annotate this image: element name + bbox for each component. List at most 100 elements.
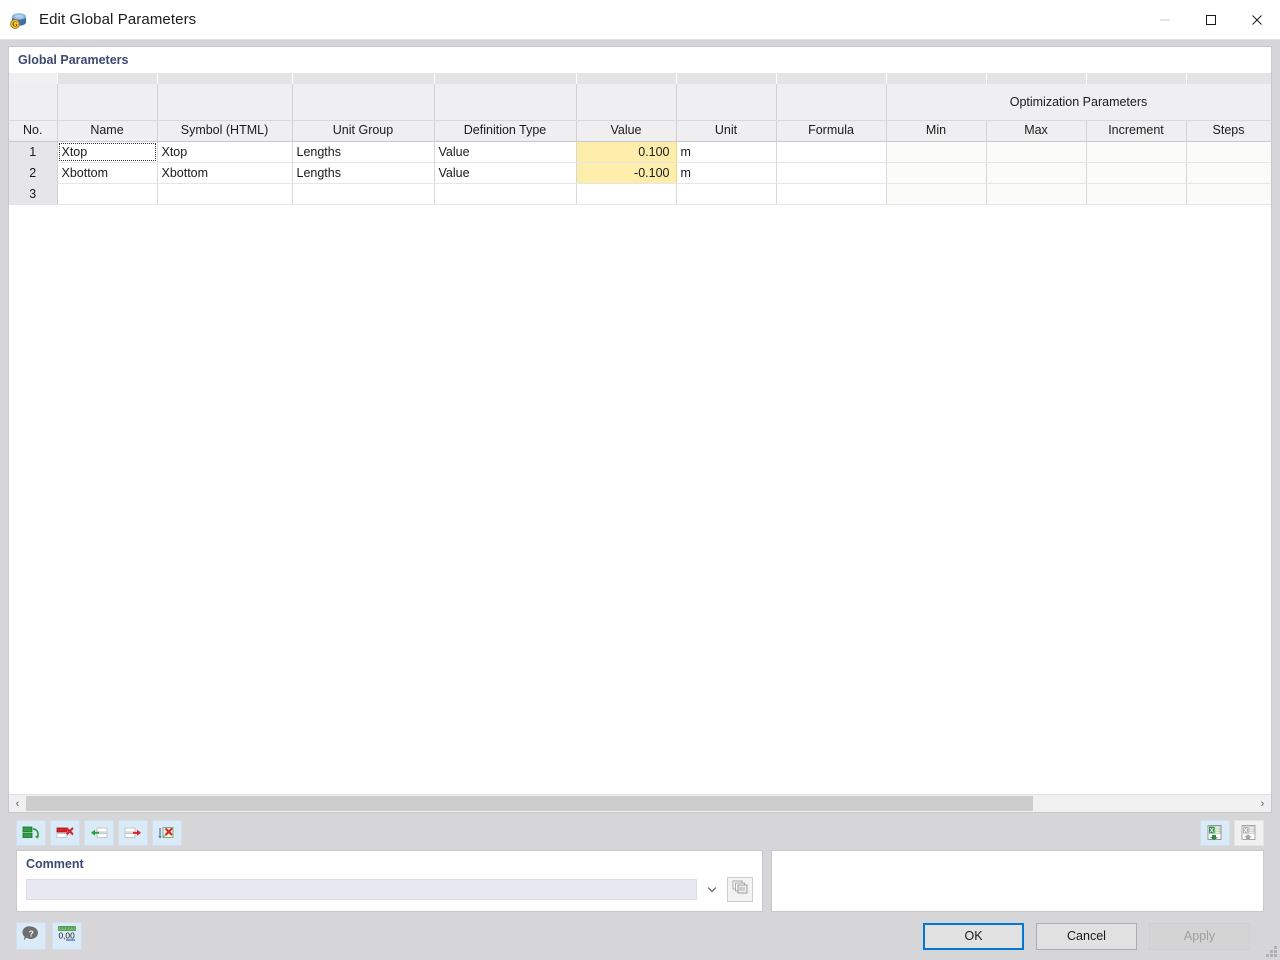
- cell-increment[interactable]: [1086, 184, 1186, 205]
- cell-value[interactable]: [576, 184, 676, 205]
- cell-no[interactable]: 2: [9, 163, 57, 184]
- table-row[interactable]: 2 Xbottom Xbottom Lengths Value -0.100 m: [9, 163, 1271, 184]
- svg-text:X: X: [1210, 828, 1215, 835]
- cell-max[interactable]: [986, 142, 1086, 163]
- help-button[interactable]: ?: [16, 922, 46, 950]
- cancel-button[interactable]: Cancel: [1036, 923, 1137, 950]
- move-left-button[interactable]: [84, 820, 114, 846]
- excel-import-button[interactable]: X: [1200, 820, 1230, 846]
- cell-symbol[interactable]: Xbottom: [157, 163, 292, 184]
- global-parameters-panel: Global Parameters: [8, 46, 1272, 813]
- cell-increment[interactable]: [1086, 163, 1186, 184]
- cell-definition-type[interactable]: [434, 184, 576, 205]
- cell-unit-group[interactable]: Lengths: [292, 142, 434, 163]
- cell-name[interactable]: [57, 184, 157, 205]
- svg-text:?: ?: [29, 928, 34, 938]
- cell-unit[interactable]: m: [676, 142, 776, 163]
- svg-text:0,00: 0,00: [58, 930, 75, 940]
- minimize-button[interactable]: [1142, 0, 1188, 39]
- cell-unit-group[interactable]: [292, 184, 434, 205]
- units-decimal-places-button[interactable]: 0,00: [52, 922, 82, 950]
- table-head: Optimization Parameters No. Name Symbol …: [9, 73, 1271, 142]
- header-group-row: Optimization Parameters: [9, 84, 1271, 121]
- cell-unit[interactable]: m: [676, 163, 776, 184]
- title-bar: G Edit Global Parameters: [0, 0, 1280, 40]
- cell-max[interactable]: [986, 184, 1086, 205]
- cell-formula[interactable]: [776, 184, 886, 205]
- column-resize-strip[interactable]: [9, 73, 1271, 84]
- cell-formula[interactable]: [776, 142, 886, 163]
- column-header-name[interactable]: Name: [57, 121, 157, 142]
- cell-steps[interactable]: [1186, 163, 1271, 184]
- window-controls: [1142, 0, 1280, 39]
- cell-symbol[interactable]: Xtop: [157, 142, 292, 163]
- delete-row-button[interactable]: [50, 820, 80, 846]
- new-row-icon: [22, 825, 40, 841]
- delete-all-icon: [158, 825, 176, 841]
- resize-grip[interactable]: [1265, 945, 1277, 957]
- excel-export-button[interactable]: X: [1234, 820, 1264, 846]
- cell-no[interactable]: 3: [9, 184, 57, 205]
- cell-unit[interactable]: [676, 184, 776, 205]
- column-header-unit[interactable]: Unit: [676, 121, 776, 142]
- header-label-row: No. Name Symbol (HTML) Unit Group Defini…: [9, 121, 1271, 142]
- column-header-value[interactable]: Value: [576, 121, 676, 142]
- new-row-button[interactable]: [16, 820, 46, 846]
- cell-name[interactable]: Xtop: [57, 142, 157, 163]
- cell-value[interactable]: 0.100: [576, 142, 676, 163]
- column-header-max[interactable]: Max: [986, 121, 1086, 142]
- header-group-blank-no: [9, 84, 57, 121]
- cell-min[interactable]: [886, 163, 986, 184]
- column-header-no[interactable]: No.: [9, 121, 57, 142]
- cell-formula[interactable]: [776, 163, 886, 184]
- cell-min[interactable]: [886, 184, 986, 205]
- column-header-unit-group[interactable]: Unit Group: [292, 121, 434, 142]
- delete-all-button[interactable]: [152, 820, 182, 846]
- comment-library-button[interactable]: [727, 877, 753, 902]
- units-decimal-places-icon: 0,00: [57, 925, 77, 948]
- cell-definition-type[interactable]: Value: [434, 142, 576, 163]
- scrollbar-track[interactable]: [26, 795, 1254, 812]
- table-row[interactable]: 3: [9, 184, 1271, 205]
- close-button[interactable]: [1234, 0, 1280, 39]
- cell-steps[interactable]: [1186, 142, 1271, 163]
- cell-symbol[interactable]: [157, 184, 292, 205]
- cell-no[interactable]: 1: [9, 142, 57, 163]
- table-body: 1 Xtop Xtop Lengths Value 0.100 m: [9, 142, 1271, 205]
- toolbar-right-group: X X: [1200, 820, 1264, 846]
- maximize-button[interactable]: [1188, 0, 1234, 39]
- column-header-min[interactable]: Min: [886, 121, 986, 142]
- move-right-icon: [124, 825, 142, 841]
- cell-value[interactable]: -0.100: [576, 163, 676, 184]
- scroll-left-arrow-icon[interactable]: ‹: [9, 795, 26, 812]
- help-icon: ?: [22, 925, 40, 948]
- table-toolbar: X X: [8, 816, 1272, 850]
- parameters-table-scroll-area[interactable]: Optimization Parameters No. Name Symbol …: [9, 72, 1271, 794]
- cell-increment[interactable]: [1086, 142, 1186, 163]
- cell-name[interactable]: Xbottom: [57, 163, 157, 184]
- column-header-formula[interactable]: Formula: [776, 121, 886, 142]
- cell-steps[interactable]: [1186, 184, 1271, 205]
- move-left-icon: [90, 825, 108, 841]
- cell-definition-type[interactable]: Value: [434, 163, 576, 184]
- focused-cell-text[interactable]: Xtop: [60, 144, 155, 160]
- bottom-section: Comment: [8, 850, 1272, 912]
- toolbar-left-group: [16, 820, 182, 846]
- chevron-down-icon[interactable]: [703, 879, 721, 900]
- column-header-steps[interactable]: Steps: [1186, 121, 1271, 142]
- scrollbar-thumb[interactable]: [26, 796, 1033, 811]
- comment-title: Comment: [26, 857, 753, 871]
- horizontal-scrollbar[interactable]: ‹ ›: [9, 794, 1271, 812]
- column-header-symbol[interactable]: Symbol (HTML): [157, 121, 292, 142]
- cell-unit-group[interactable]: Lengths: [292, 163, 434, 184]
- column-header-increment[interactable]: Increment: [1086, 121, 1186, 142]
- cell-max[interactable]: [986, 163, 1086, 184]
- table-row[interactable]: 1 Xtop Xtop Lengths Value 0.100 m: [9, 142, 1271, 163]
- apply-button: Apply: [1149, 923, 1250, 950]
- comment-input[interactable]: [26, 879, 697, 900]
- column-header-definition-type[interactable]: Definition Type: [434, 121, 576, 142]
- move-right-button[interactable]: [118, 820, 148, 846]
- scroll-right-arrow-icon[interactable]: ›: [1254, 795, 1271, 812]
- cell-min[interactable]: [886, 142, 986, 163]
- ok-button[interactable]: OK: [923, 923, 1024, 950]
